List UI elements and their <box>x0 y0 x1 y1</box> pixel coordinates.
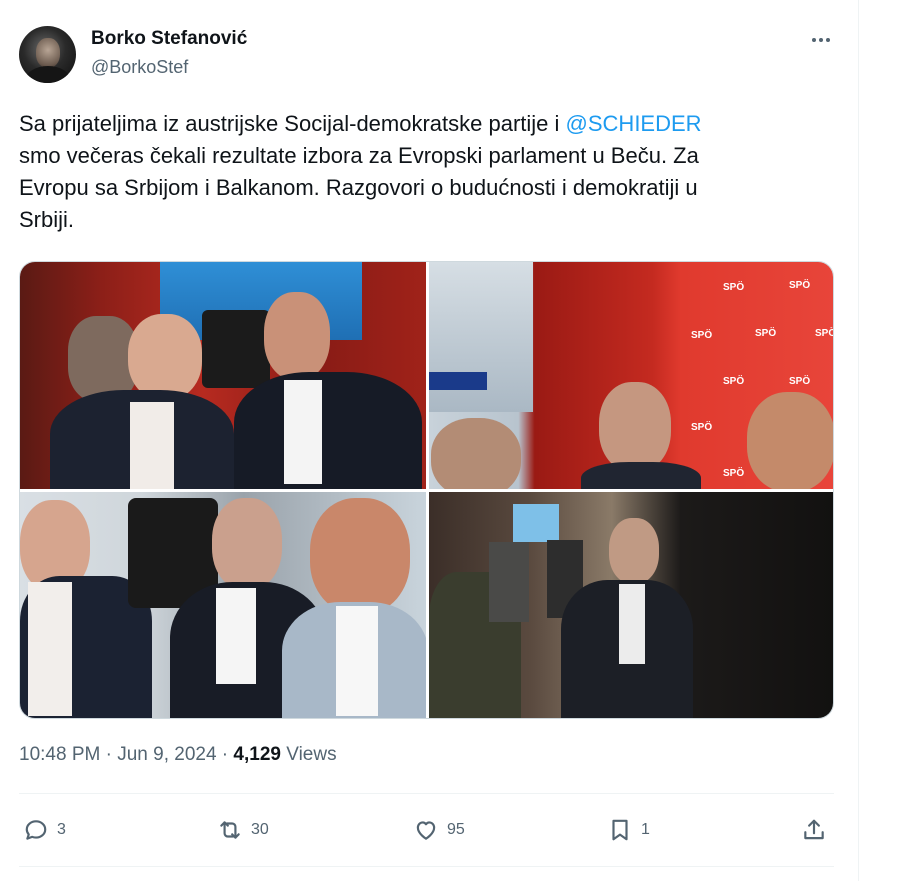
person-shape <box>489 542 529 622</box>
tweet-text-line: Sa prijateljima iz austrijske Socijal-de… <box>19 108 819 140</box>
photo-4[interactable] <box>429 492 833 718</box>
reply-button[interactable]: 3 <box>23 808 66 852</box>
mention-link[interactable]: @SCHIEDER <box>566 111 702 136</box>
divider <box>19 866 834 867</box>
shirt-shape <box>336 606 378 716</box>
meta-separator: · <box>216 744 234 765</box>
person-shape <box>609 518 659 584</box>
spo-logo: SPÖ <box>691 330 713 341</box>
tweet-text: Sa prijateljima iz austrijske Socijal-de… <box>19 108 819 236</box>
author-handle[interactable]: @BorkoStef <box>91 57 188 78</box>
shirt-shape <box>284 380 322 484</box>
right-rail <box>858 0 900 881</box>
views-label: Views <box>280 744 337 765</box>
shirt-shape <box>130 402 174 489</box>
tweet-meta: 10:48 PM · Jun 9, 2024 · 4,129 Views <box>19 744 337 766</box>
person-shape <box>212 498 282 590</box>
spo-logo: SPÖ <box>789 280 811 291</box>
media-grid: SPÖ SPÖ SPÖ SPÖ SPÖ SPÖ SPÖ SPÖ SPÖ <box>19 261 834 719</box>
like-icon <box>416 821 436 840</box>
more-icon[interactable] <box>806 28 836 52</box>
person-shape <box>581 462 701 489</box>
share-icon <box>804 819 824 840</box>
like-count: 95 <box>447 821 465 838</box>
shirt-shape <box>216 588 256 684</box>
shirt-shape <box>28 582 72 716</box>
repost-icon <box>220 821 240 839</box>
spo-logo: SPÖ <box>723 376 745 387</box>
photo-1[interactable] <box>20 262 426 489</box>
screen-banner <box>429 372 487 390</box>
person-shape <box>128 314 202 400</box>
divider <box>19 793 834 794</box>
person-shape <box>234 372 422 489</box>
photo-2[interactable]: SPÖ SPÖ SPÖ SPÖ SPÖ SPÖ SPÖ SPÖ SPÖ <box>429 262 833 489</box>
bookmark-button[interactable]: 1 <box>607 808 650 852</box>
person-shape <box>747 392 833 489</box>
spo-logo: SPÖ <box>723 468 745 479</box>
tweet-text-segment: Sa prijateljima iz austrijske Socijal-de… <box>19 111 566 136</box>
avatar[interactable] <box>19 26 76 83</box>
shirt-shape <box>619 584 645 664</box>
reply-icon <box>25 820 47 840</box>
spo-logo: SPÖ <box>815 328 833 339</box>
person-shape <box>431 418 521 489</box>
person-shape <box>264 292 330 380</box>
photo-3[interactable] <box>20 492 426 718</box>
spo-logo: SPÖ <box>789 376 811 387</box>
meta-separator: · <box>100 744 118 765</box>
repost-count: 30 <box>251 821 269 838</box>
bookmark-count: 1 <box>641 821 650 838</box>
tweet-date[interactable]: Jun 9, 2024 <box>117 744 216 765</box>
bookmark-icon <box>612 819 628 841</box>
person-shape <box>310 498 410 614</box>
spo-logo: SPÖ <box>723 282 745 293</box>
author-name[interactable]: Borko Stefanović <box>91 28 247 50</box>
views-count: 4,129 <box>233 744 281 765</box>
share-button[interactable] <box>801 808 827 852</box>
screen-shape <box>513 504 559 542</box>
spo-logo: SPÖ <box>691 422 713 433</box>
tweet-text-line: Evropu sa Srbijom i Balkanom. Razgovori … <box>19 175 698 200</box>
reply-count: 3 <box>57 821 66 838</box>
repost-button[interactable]: 30 <box>217 808 269 852</box>
spo-logo: SPÖ <box>755 328 777 339</box>
tweet-text-line: Srbiji. <box>19 207 75 232</box>
camera-shape <box>202 310 270 388</box>
avatar-face <box>36 38 60 68</box>
tweet: Borko Stefanović @BorkoStef Sa prijatelj… <box>0 0 858 881</box>
tweet-time[interactable]: 10:48 PM <box>19 744 100 765</box>
tweet-text-line: smo večeras čekali rezultate izbora za E… <box>19 143 699 168</box>
action-bar: 3 30 95 1 <box>19 808 834 852</box>
avatar-shoulders <box>25 66 71 83</box>
person-shape <box>599 382 671 472</box>
like-button[interactable]: 95 <box>413 808 465 852</box>
